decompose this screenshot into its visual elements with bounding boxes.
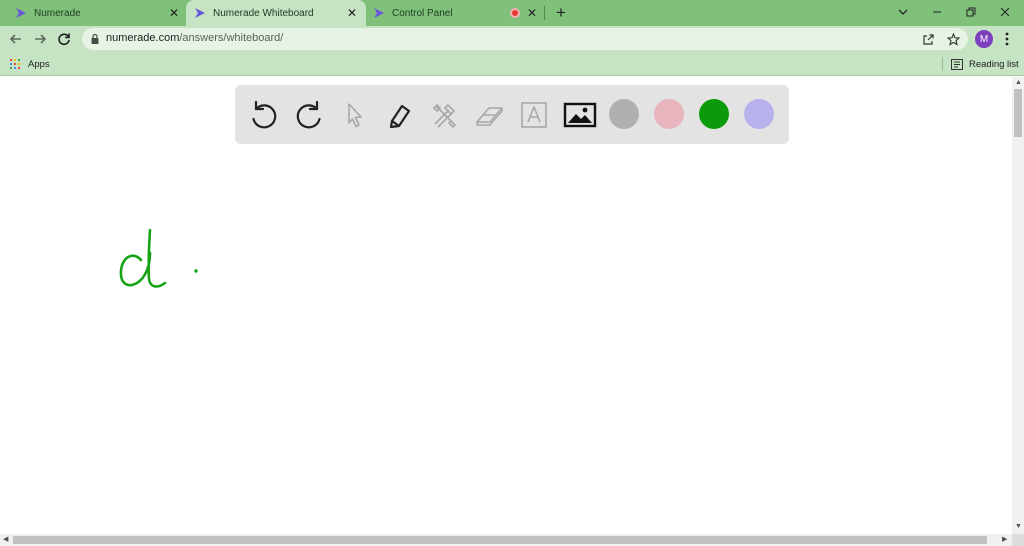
url-path: /answers/whiteboard/ (179, 32, 284, 44)
share-icon[interactable] (920, 31, 936, 47)
bookmarks-divider (942, 57, 943, 71)
lock-icon (91, 33, 99, 44)
color-swatch-lavender[interactable] (744, 99, 774, 129)
tab-title: Control Panel (392, 7, 453, 19)
profile-avatar[interactable]: M (975, 30, 993, 48)
tab-search-chevron-icon[interactable] (888, 2, 918, 22)
pen-icon (389, 104, 411, 129)
tools-button[interactable] (426, 97, 462, 133)
forward-arrow-icon (35, 34, 47, 44)
tools-icon (432, 103, 457, 129)
close-tab-icon[interactable]: ✕ (345, 6, 359, 20)
tab-numerade-whiteboard[interactable]: Numerade Whiteboard ✕ (186, 0, 366, 26)
scrollbar-corner (1012, 534, 1024, 546)
browser-toolbar: numerade.com/answers/whiteboard/ M (0, 26, 1024, 52)
close-window-button[interactable] (990, 2, 1020, 22)
reading-list-label: Reading list (969, 58, 1019, 70)
tab-title: Numerade (34, 7, 81, 19)
tab-numerade[interactable]: Numerade ✕ (0, 0, 186, 26)
reload-icon (58, 33, 70, 46)
bookmarks-bar: Apps Reading list (0, 52, 1024, 76)
image-icon (563, 102, 597, 128)
address-bar[interactable]: numerade.com/answers/whiteboard/ (82, 28, 968, 50)
horizontal-scrollbar[interactable]: ◀ ▶ (0, 534, 1012, 546)
menu-dots-icon[interactable] (1000, 30, 1014, 48)
reading-list-icon (951, 58, 963, 70)
close-tab-icon[interactable]: ✕ (525, 6, 539, 20)
reading-list-button[interactable]: Reading list (942, 56, 1019, 72)
address-url: numerade.com/answers/whiteboard/ (106, 32, 283, 44)
text-icon (521, 102, 547, 128)
tab-divider (544, 6, 545, 20)
redo-button[interactable] (291, 97, 327, 133)
handwritten-dot (194, 269, 198, 273)
scroll-left-arrow-icon[interactable]: ◀ (3, 535, 8, 543)
close-tab-icon[interactable]: ✕ (167, 6, 181, 20)
vertical-scrollbar[interactable]: ▲ ▼ (1012, 77, 1024, 534)
whiteboard-page (0, 77, 1012, 534)
scroll-down-arrow-icon[interactable]: ▼ (1015, 523, 1022, 530)
color-swatch-gray[interactable] (609, 99, 639, 129)
url-host: numerade.com (106, 32, 180, 44)
handwritten-stroke (119, 228, 167, 288)
tab-strip: Numerade ✕ Numerade Whiteboard ✕ Control… (0, 0, 1024, 26)
scroll-up-arrow-icon[interactable]: ▲ (1015, 79, 1022, 86)
bookmark-star-icon[interactable] (945, 31, 961, 47)
horizontal-scroll-thumb[interactable] (13, 536, 987, 544)
reload-button[interactable] (55, 30, 73, 48)
tab-control-panel[interactable]: Control Panel ✕ (366, 0, 546, 26)
eraser-tool-button[interactable] (471, 97, 507, 133)
undo-icon (252, 100, 277, 129)
undo-button[interactable] (246, 97, 282, 133)
restore-button[interactable] (956, 2, 986, 22)
minimize-button[interactable] (922, 2, 952, 22)
recording-indicator-icon (510, 8, 520, 18)
numerade-logo-icon (374, 8, 384, 18)
new-tab-button[interactable]: + (552, 4, 570, 22)
numerade-logo-icon (195, 8, 205, 18)
browser-window: Numerade ✕ Numerade Whiteboard ✕ Control… (0, 0, 1024, 546)
scroll-right-arrow-icon[interactable]: ▶ (1002, 535, 1007, 543)
numerade-logo-icon (16, 8, 26, 18)
color-swatch-pink[interactable] (654, 99, 684, 129)
whiteboard-toolbar (235, 85, 789, 144)
tab-title: Numerade Whiteboard (213, 7, 314, 19)
image-tool-button[interactable] (562, 97, 598, 133)
color-swatch-green[interactable] (699, 99, 729, 129)
forward-button[interactable] (31, 30, 49, 48)
apps-shortcut[interactable]: Apps (10, 56, 50, 72)
whiteboard-canvas[interactable] (0, 77, 1012, 534)
redo-icon (296, 100, 321, 129)
select-tool-button[interactable] (336, 97, 372, 133)
apps-label: Apps (28, 58, 50, 70)
vertical-scroll-thumb[interactable] (1014, 89, 1022, 137)
apps-grid-icon (10, 59, 20, 69)
eraser-icon (476, 107, 503, 126)
back-button[interactable] (7, 30, 25, 48)
cursor-icon (348, 103, 362, 128)
pen-tool-button[interactable] (381, 97, 417, 133)
text-tool-button[interactable] (516, 97, 552, 133)
back-arrow-icon (9, 34, 21, 44)
